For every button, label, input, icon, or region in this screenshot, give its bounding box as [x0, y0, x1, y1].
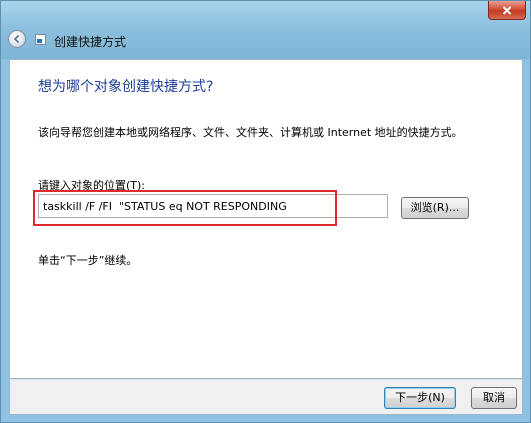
wizard-content-panel: 想为哪个对象创建快捷方式? 该向导帮您创建本地或网络程序、文件、文件夹、计算机或…	[9, 59, 523, 379]
back-arrow-icon	[13, 34, 20, 44]
wizard-footer: 下一步(N) 取消	[9, 379, 523, 415]
location-input[interactable]	[38, 194, 388, 218]
create-shortcut-window: 创建快捷方式 想为哪个对象创建快捷方式? 该向导帮您创建本地或网络程序、文件、文…	[0, 0, 531, 423]
page-heading: 想为哪个对象创建快捷方式?	[38, 79, 214, 95]
wizard-description: 该向导帮您创建本地或网络程序、文件、文件夹、计算机或 Internet 地址的快…	[38, 126, 463, 139]
location-field-label: 请键入对象的位置(T):	[38, 179, 146, 192]
title-bar: 创建快捷方式	[1, 1, 530, 59]
back-button[interactable]	[8, 30, 26, 48]
window-title: 创建快捷方式	[54, 35, 127, 49]
close-icon	[502, 5, 512, 15]
close-button[interactable]	[488, 1, 526, 20]
cancel-button[interactable]: 取消	[471, 387, 517, 409]
browse-button[interactable]: 浏览(R)...	[401, 197, 469, 219]
shortcut-wizard-icon	[35, 34, 46, 45]
next-step-hint: 单击“下一步”继续。	[38, 254, 138, 267]
next-button[interactable]: 下一步(N)	[384, 387, 456, 409]
